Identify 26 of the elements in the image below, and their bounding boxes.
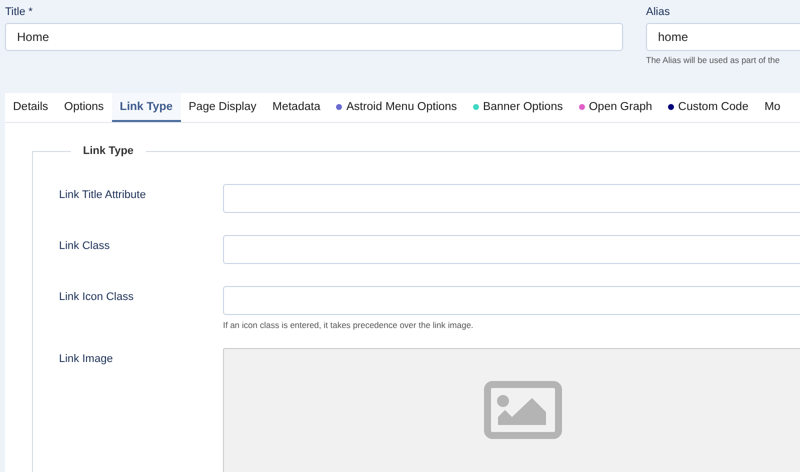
alias-help-text: The Alias will be used as part of the xyxy=(646,55,781,65)
text-input[interactable] xyxy=(223,286,800,315)
title-label: Title * xyxy=(5,6,34,20)
field-label: Link Icon Class xyxy=(59,290,135,305)
tab[interactable]: Mo xyxy=(756,93,788,122)
alias-input[interactable]: home xyxy=(646,23,800,51)
tab[interactable]: Page Display xyxy=(180,93,264,122)
tab[interactable]: Link Type xyxy=(112,93,181,122)
image-icon xyxy=(484,381,562,439)
title-input[interactable]: Home xyxy=(5,23,623,51)
text-input[interactable] xyxy=(223,235,800,264)
tab[interactable]: Options xyxy=(56,93,112,122)
text-input[interactable] xyxy=(223,184,800,213)
tab[interactable]: Banner Options xyxy=(464,93,571,122)
tab[interactable]: Open Graph xyxy=(570,93,660,122)
image-preview[interactable] xyxy=(223,348,800,472)
field-label: Link Image xyxy=(59,352,114,367)
field-label: Link Title Attribute xyxy=(59,188,147,203)
field-label: Link Class xyxy=(59,239,111,254)
field-help-text: If an icon class is entered, it takes precedence over the link image. xyxy=(223,320,474,330)
tab[interactable]: Astroid Menu Options xyxy=(328,93,465,122)
tab[interactable]: Custom Code xyxy=(660,93,756,122)
fieldset-legend: Link Type xyxy=(71,145,146,157)
tab[interactable]: Details xyxy=(5,93,56,122)
tab[interactable]: Metadata xyxy=(264,93,328,122)
alias-label: Alias xyxy=(646,6,671,20)
